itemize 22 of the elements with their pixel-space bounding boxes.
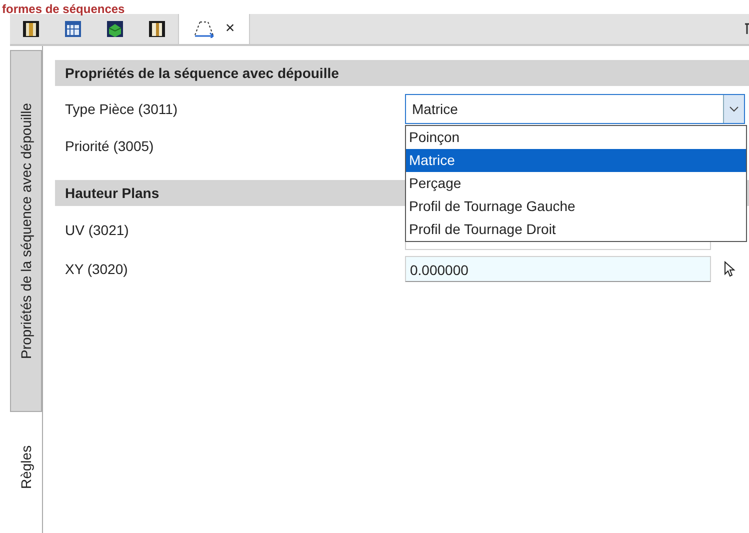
property-label: Priorité (3005) (64, 138, 155, 154)
toolbar-icon (106, 20, 124, 38)
dropdown[interactable]: Matrice (405, 94, 745, 124)
property-label: XY (3020) (64, 260, 129, 276)
dropdown-option[interactable]: Matrice (406, 148, 746, 172)
property-label: UV (3021) (64, 222, 130, 238)
page-heading: formes de séquences (2, 2, 125, 16)
close-button[interactable]: × (225, 20, 235, 38)
dropdown-option[interactable]: Profil de Tournage Droit (406, 218, 746, 240)
property-label: Type Pièce (3011) (64, 100, 179, 116)
pin-icon[interactable] (745, 22, 749, 36)
toolbar-icon (64, 20, 82, 38)
input-field[interactable]: 0.000000 (405, 256, 711, 282)
toolbar-icon (22, 20, 40, 38)
chevron-down-icon (729, 106, 739, 112)
triangle-icon (193, 20, 216, 38)
toolbar-tab[interactable]: × (178, 14, 250, 44)
dropdown-option[interactable]: Poinçon (406, 126, 746, 148)
section-header: Propriétés de la séquence avec dépouille (55, 60, 749, 86)
side-tab[interactable]: Propriétés de la séquence avec dépouille (10, 50, 42, 412)
toolbar-icon (148, 20, 166, 38)
cursor-icon (724, 260, 736, 276)
